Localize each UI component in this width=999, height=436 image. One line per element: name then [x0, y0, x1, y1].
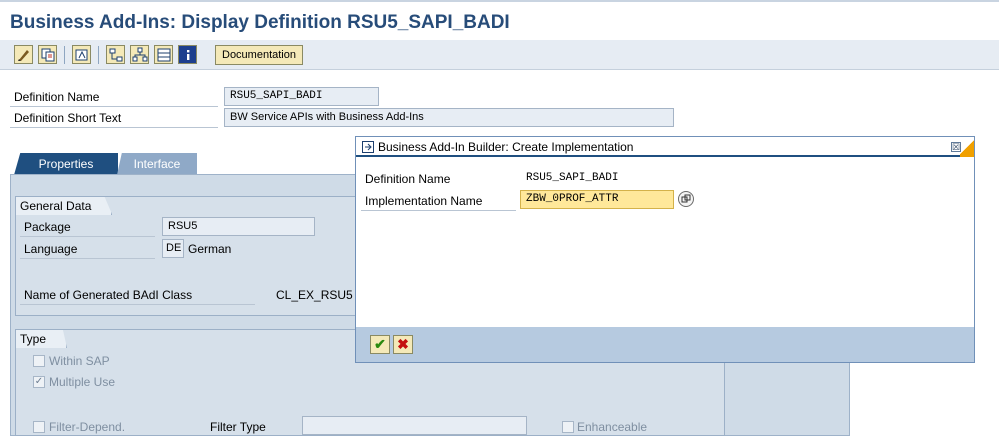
general-data-title: General Data [16, 197, 113, 215]
definition-short-text-field[interactable]: BW Service APIs with Business Add-Ins [224, 108, 674, 127]
layout-icon[interactable] [154, 45, 173, 64]
filter-depend-checkbox[interactable] [33, 421, 45, 433]
filter-depend-label: Filter-Depend. [49, 420, 126, 434]
where-used-icon[interactable] [106, 45, 125, 64]
dialog-title-bar[interactable]: Business Add-In Builder: Create Implemen… [356, 137, 974, 157]
badi-class-label: Name of Generated BAdI Class [20, 285, 255, 305]
edit-icon[interactable] [14, 45, 33, 64]
tab-properties[interactable]: Properties [14, 153, 118, 175]
implementation-name-label: Implementation Name [361, 191, 516, 211]
filter-type-label: Filter Type [210, 420, 266, 434]
object-list-icon[interactable] [72, 45, 91, 64]
package-field[interactable]: RSU5 [162, 217, 315, 236]
dialog-body: Definition Name RSU5_SAPI_BADI Implement… [356, 159, 974, 329]
application-toolbar: Documentation [0, 40, 999, 70]
definition-name-label: Definition Name [10, 87, 218, 107]
title-bar: Business Add-Ins: Display Definition RSU… [0, 0, 999, 40]
close-icon[interactable]: ☒ [951, 142, 961, 152]
dialog-definition-name-value: RSU5_SAPI_BADI [526, 172, 619, 184]
type-group-title: Type [16, 330, 68, 348]
copy-icon[interactable] [38, 45, 57, 64]
filter-type-field[interactable] [302, 416, 527, 435]
dialog-footer: ✔ ✖ [356, 327, 974, 362]
package-label: Package [20, 217, 155, 237]
create-implementation-dialog: Business Add-In Builder: Create Implemen… [355, 136, 975, 363]
definition-short-text-label: Definition Short Text [10, 108, 218, 128]
checkmark-icon[interactable]: ✔ [370, 335, 390, 354]
cancel-x-icon[interactable]: ✖ [393, 335, 413, 354]
multiple-use-label: Multiple Use [49, 375, 116, 389]
documentation-button[interactable]: Documentation [215, 45, 303, 65]
within-sap-label: Within SAP [49, 354, 110, 368]
enhanceable-label: Enhanceable [577, 420, 648, 434]
dialog-title: Business Add-In Builder: Create Implemen… [378, 140, 634, 154]
toolbar-separator [64, 46, 65, 64]
badi-class-value: CL_EX_RSU5 [276, 288, 353, 302]
toolbar-separator [98, 46, 99, 64]
dialog-window-icon [362, 141, 374, 153]
info-icon[interactable] [178, 45, 197, 64]
enhanceable-checkbox[interactable] [562, 421, 574, 433]
tab-interface[interactable]: Interface [117, 153, 197, 175]
search-help-icon[interactable] [678, 191, 694, 207]
page-title: Business Add-Ins: Display Definition RSU… [10, 12, 510, 33]
language-name: German [188, 242, 232, 256]
multiple-use-checkbox[interactable]: ✓ [33, 376, 45, 388]
language-label: Language [20, 239, 155, 259]
dialog-definition-name-label: Definition Name [365, 172, 451, 186]
definition-name-field[interactable]: RSU5_SAPI_BADI [224, 87, 379, 106]
implementation-name-input[interactable]: ZBW_0PROF_ATTR [520, 190, 674, 209]
language-code-field[interactable]: DE [162, 239, 184, 258]
within-sap-checkbox[interactable] [33, 355, 45, 367]
hierarchy-icon[interactable] [130, 45, 149, 64]
